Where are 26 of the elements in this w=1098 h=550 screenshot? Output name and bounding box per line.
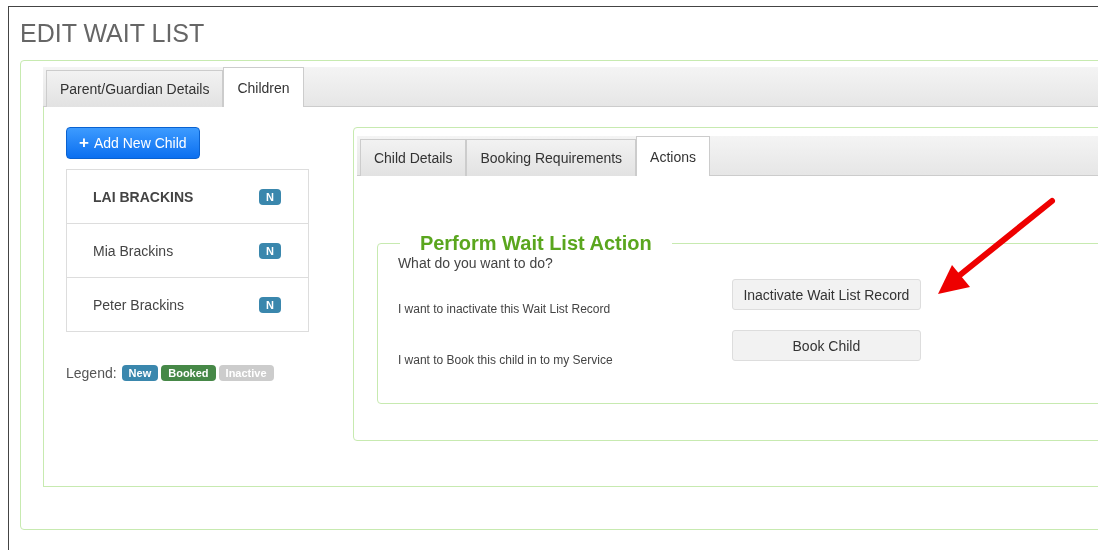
tab[interactable]: Parent/Guardian Details [46,70,224,107]
legend-label: Legend: [66,365,117,381]
action-description: I want to inactivate this Wait List Record [397,302,612,316]
status-badge: N [258,242,281,259]
action-button[interactable]: Book Child [731,330,921,361]
tab[interactable]: Booking Requirements [466,139,637,176]
action-button[interactable]: Inactivate Wait List Record [731,279,921,310]
child-name: LAI BRACKINS [93,188,194,205]
legend-badge: Booked [161,365,216,381]
status-badge: N [258,296,281,313]
plus-icon: + [79,133,89,153]
child-item[interactable]: LAI BRACKINS N [67,170,308,223]
tab[interactable]: Children [223,67,304,107]
add-child-button[interactable]: + Add New Child [66,127,200,159]
legend-badge: New [121,365,159,381]
fieldset-legend: Perform Wait List Action [399,232,672,255]
child-name: Peter Brackins [93,296,185,313]
action-description: I want to Book this child in to my Service [397,353,614,367]
question-text: What do you want to do? [397,255,554,271]
page-title: EDIT WAIT LIST [20,19,206,47]
child-item[interactable]: Peter Brackins N [67,277,308,331]
child-name: Mia Brackins [93,242,174,259]
tab[interactable]: Actions [636,136,711,176]
tab[interactable]: Child Details [359,139,467,176]
child-item[interactable]: Mia Brackins N [67,223,308,277]
status-badge: N [258,188,281,205]
